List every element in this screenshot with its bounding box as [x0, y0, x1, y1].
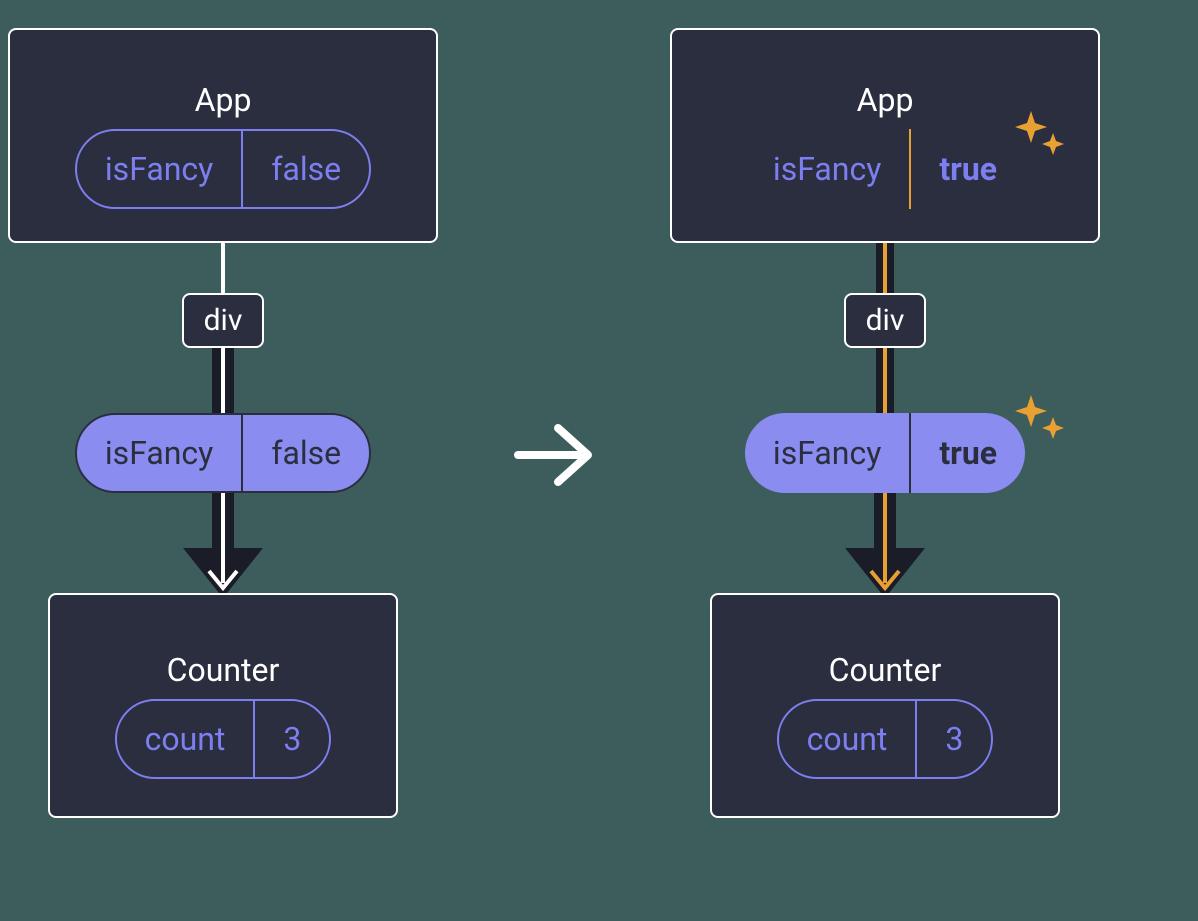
app-prop-pill: isFancy true	[745, 129, 1025, 209]
prop-value: true	[911, 413, 1025, 493]
counter-state-pill: count 3	[777, 699, 994, 779]
white-arrow-down-icon	[203, 493, 243, 598]
connector-segment	[193, 493, 253, 593]
state-name: count	[779, 701, 916, 777]
prop-name: isFancy	[77, 415, 241, 491]
mid-prop-wrap: isFancy true	[745, 413, 1025, 493]
connector-line	[221, 348, 225, 413]
connector-segment	[855, 348, 915, 413]
transition-arrow-icon	[510, 410, 600, 500]
connector-line	[883, 348, 887, 413]
mid-prop-pill: isFancy true	[745, 413, 1025, 493]
app-box: App isFancy false	[8, 28, 438, 243]
prop-value: true	[911, 129, 1025, 209]
div-node: div	[844, 293, 927, 348]
state-value: 3	[917, 701, 991, 777]
mid-prop-wrap: isFancy false	[75, 413, 371, 493]
mid-prop-pill: isFancy false	[75, 413, 371, 493]
app-title: App	[857, 81, 914, 119]
counter-title: Counter	[167, 651, 280, 689]
prop-name: isFancy	[77, 131, 241, 207]
counter-title: Counter	[829, 651, 942, 689]
prop-name: isFancy	[745, 129, 909, 209]
counter-box: Counter count 3	[710, 593, 1060, 818]
counter-box: Counter count 3	[48, 593, 398, 818]
prop-name: isFancy	[745, 413, 909, 493]
app-prop-wrap: isFancy true	[745, 129, 1025, 209]
connector-segment	[855, 243, 915, 293]
tree-before: App isFancy false div isFancy false	[8, 28, 438, 818]
counter-state-pill: count 3	[115, 699, 332, 779]
prop-value: false	[243, 415, 369, 491]
sparkle-icon	[1011, 107, 1071, 167]
state-value: 3	[255, 701, 329, 777]
connector-segment	[193, 348, 253, 413]
app-title: App	[195, 81, 252, 119]
orange-arrow-down-icon	[865, 493, 905, 598]
state-name: count	[117, 701, 254, 777]
connector-line	[883, 243, 887, 293]
connector-segment	[855, 493, 915, 593]
div-node: div	[182, 293, 265, 348]
sparkle-icon	[1011, 391, 1071, 451]
connector-line	[221, 243, 225, 293]
app-box: App isFancy true	[670, 28, 1100, 243]
tree-after: App isFancy true div isF	[670, 28, 1100, 818]
app-prop-pill: isFancy false	[75, 129, 371, 209]
prop-value: false	[243, 131, 369, 207]
